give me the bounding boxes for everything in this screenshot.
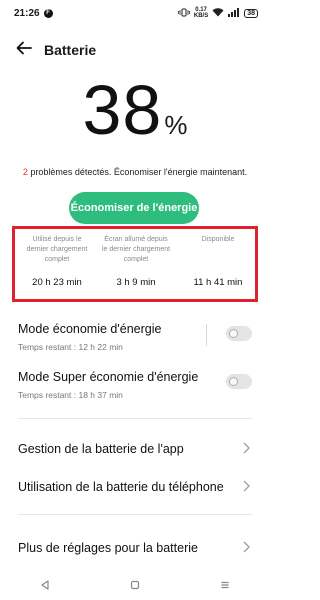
back-button[interactable]	[10, 36, 38, 64]
power-saving-mode-row[interactable]: Mode économie d'énergie Temps restant : …	[18, 322, 254, 352]
stat-available: Disponible	[181, 235, 255, 245]
nav-home-button[interactable]	[124, 575, 146, 597]
status-bar-left: 21:26 F	[14, 8, 53, 19]
nav-recents-icon	[220, 577, 230, 595]
battery-percent-value: 38	[82, 71, 163, 149]
toggle-knob	[229, 377, 238, 386]
chevron-right-icon	[243, 480, 250, 495]
stat-label: Écran allumé depuis le dernier chargemen…	[101, 236, 171, 263]
battery-stats-box: Utilisé depuis le dernier chargement com…	[12, 226, 258, 302]
app-bar: Batterie	[0, 36, 270, 64]
network-speed: 0.17 KB/S	[194, 7, 208, 19]
app-battery-management-row[interactable]: Gestion de la batterie de l'app	[18, 442, 254, 456]
notification-icon: F	[43, 8, 53, 18]
row-title: Plus de réglages pour la batterie	[18, 541, 198, 555]
problems-message: 2 problèmes détectés. Économiser l'énerg…	[20, 166, 250, 178]
status-bar-right: 0.17 KB/S 38	[177, 7, 258, 19]
stat-value: 11 h 41 min	[193, 277, 243, 288]
status-bar: 21:26 F 0.17 KB/S 38	[0, 0, 270, 26]
super-power-saving-mode-row[interactable]: Mode Super économie d'énergie Temps rest…	[18, 370, 254, 400]
battery-percentage: 38%	[0, 70, 270, 150]
chevron-right-icon	[243, 541, 250, 556]
network-speed-unit: KB/S	[193, 13, 209, 19]
nav-back-icon	[40, 577, 50, 595]
nav-back-button[interactable]	[34, 575, 56, 597]
row-subtitle: Temps restant : 12 h 22 min	[18, 342, 123, 352]
section-divider	[18, 514, 252, 515]
row-subtitle: Temps restant : 18 h 37 min	[18, 390, 123, 400]
super-power-saving-toggle[interactable]	[226, 374, 252, 389]
stat-value: 3 h 9 min	[116, 277, 156, 288]
battery-percent-sign: %	[164, 110, 188, 140]
section-divider	[18, 418, 252, 419]
row-title: Mode économie d'énergie	[18, 322, 162, 336]
row-title: Utilisation de la batterie du téléphone	[18, 480, 224, 494]
nav-home-icon	[130, 577, 140, 595]
chevron-right-icon	[243, 442, 250, 457]
battery-indicator: 38	[244, 8, 258, 18]
stat-label: Utilisé depuis le dernier chargement com…	[26, 236, 88, 263]
save-energy-button[interactable]: Économiser de l'énergie	[69, 192, 199, 224]
stat-label: Disponible	[201, 236, 235, 243]
row-divider	[206, 324, 207, 346]
status-time: 21:26	[14, 7, 40, 19]
problems-text: problèmes détectés. Économiser l'énergie…	[27, 167, 248, 177]
toggle-knob	[229, 329, 238, 338]
more-battery-settings-row[interactable]: Plus de réglages pour la batterie	[18, 541, 254, 555]
wifi-icon	[212, 7, 224, 19]
row-title: Gestion de la batterie de l'app	[18, 442, 184, 456]
vibrate-icon	[177, 8, 190, 19]
page-title: Batterie	[44, 42, 97, 58]
navigation-bar	[0, 572, 270, 600]
stat-used-since-charge: Utilisé depuis le dernier chargement com…	[21, 235, 93, 265]
row-title: Mode Super économie d'énergie	[18, 370, 199, 384]
phone-battery-usage-row[interactable]: Utilisation de la batterie du téléphone	[18, 480, 254, 494]
power-saving-toggle[interactable]	[226, 326, 252, 341]
stat-screen-on: Écran allumé depuis le dernier chargemen…	[101, 235, 171, 265]
signal-icon	[228, 7, 240, 19]
back-arrow-icon	[16, 41, 32, 60]
nav-recents-button[interactable]	[214, 575, 236, 597]
stat-value: 20 h 23 min	[32, 277, 82, 288]
